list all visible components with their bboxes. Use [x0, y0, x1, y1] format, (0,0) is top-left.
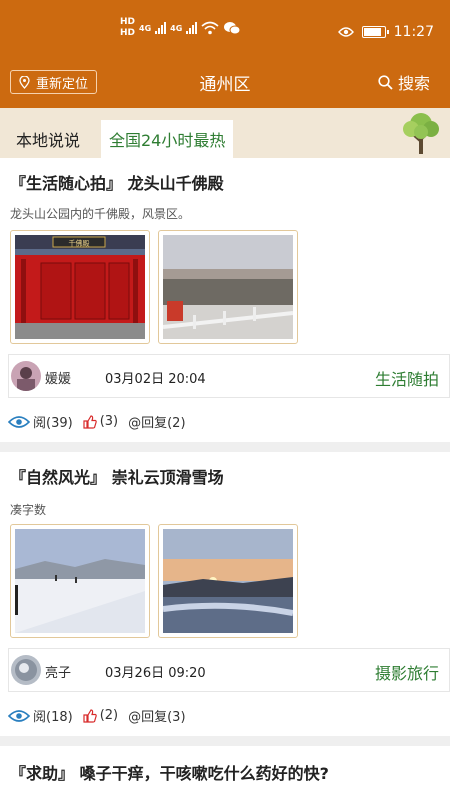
eye-icon — [8, 415, 30, 428]
post-card[interactable]: 『自然风光』 崇礼云顶滑雪场 凑字数 亮子 03月26日 09:20 摄影旅行 … — [0, 452, 450, 736]
tab-bar: 本地说说 全国24小时最热 — [0, 108, 450, 158]
post-title[interactable]: 『求助』 嗓子干痒，干咳嗽吃什么药好的快? — [10, 760, 329, 784]
avatar[interactable] — [11, 655, 41, 685]
app-header: 重新定位 通州区 搜索 — [0, 62, 450, 108]
divider — [0, 736, 450, 746]
eye-icon — [8, 709, 30, 722]
post-desc: 凑字数 — [10, 503, 47, 517]
temple-photo: 千佛殿 — [15, 235, 145, 339]
status-right: 11:27 — [337, 24, 434, 40]
reply-button[interactable]: @回复(3) — [128, 706, 185, 725]
post-card[interactable]: 『生活随心拍』 龙头山千佛殿 龙头山公园内的千佛殿，风景区。 千佛殿 媛媛 03… — [0, 158, 450, 442]
landscape-photo — [163, 235, 293, 339]
network-type: 4G — [139, 23, 152, 33]
post-category[interactable]: 生活随拍 — [375, 366, 439, 390]
signal-icon — [155, 22, 167, 34]
battery-icon — [361, 26, 389, 38]
status-bar: HD HD 4G 4G 11:27 — [0, 0, 450, 62]
ski-slope-photo — [15, 529, 145, 633]
post-category[interactable]: 摄影旅行 — [375, 660, 439, 684]
tab-local[interactable]: 本地说说 — [8, 120, 88, 158]
tree-icon — [403, 113, 439, 154]
avatar[interactable] — [11, 361, 41, 391]
search-icon — [378, 74, 393, 90]
post-image[interactable] — [158, 230, 298, 344]
search-button[interactable]: 搜索 — [378, 70, 430, 94]
sunrise-photo — [163, 529, 293, 633]
post-meta: 亮子 03月26日 09:20 摄影旅行 — [8, 648, 450, 692]
post-date: 03月02日 20:04 — [105, 372, 206, 387]
post-stats: 阅(18) (2) @回复(3) — [8, 706, 196, 725]
post-meta: 媛媛 03月02日 20:04 生活随拍 — [8, 354, 450, 398]
hd-badge: HD — [120, 17, 136, 27]
temple-sign: 千佛殿 — [69, 239, 90, 248]
like-button[interactable]: (3) — [83, 414, 118, 429]
thumbs-up-icon — [83, 708, 97, 723]
location-pin-icon — [19, 75, 30, 89]
network-type: 4G — [170, 23, 183, 33]
post-date: 03月26日 09:20 — [105, 666, 206, 681]
divider — [0, 442, 450, 452]
hd-badge: HD — [120, 28, 136, 38]
wifi-icon — [201, 21, 219, 35]
views-count: 阅(39) — [8, 412, 73, 431]
eye-icon — [337, 27, 354, 37]
clock: 11:27 — [393, 24, 434, 40]
signal-icon — [186, 22, 198, 34]
post-title[interactable]: 『生活随心拍』 龙头山千佛殿 — [10, 170, 224, 194]
post-image[interactable]: 千佛殿 — [10, 230, 150, 344]
search-label: 搜索 — [397, 74, 430, 93]
author-name[interactable]: 媛媛 — [45, 368, 71, 387]
post-card[interactable]: 『求助』 嗓子干痒，干咳嗽吃什么药好的快? — [0, 746, 450, 800]
views-count: 阅(18) — [8, 706, 73, 725]
author-name[interactable]: 亮子 — [45, 662, 71, 681]
post-desc: 龙头山公园内的千佛殿，风景区。 — [10, 207, 191, 221]
post-image[interactable] — [158, 524, 298, 638]
relocate-label: 重新定位 — [36, 76, 89, 92]
like-button[interactable]: (2) — [83, 708, 118, 723]
thumbs-up-icon — [83, 414, 97, 429]
wechat-icon — [224, 22, 241, 35]
post-title[interactable]: 『自然风光』 崇礼云顶滑雪场 — [10, 464, 224, 488]
signal-indicators: HD HD 4G 4G — [120, 18, 241, 38]
relocate-button[interactable]: 重新定位 — [10, 70, 98, 94]
post-stats: 阅(39) (3) @回复(2) — [8, 412, 196, 431]
reply-button[interactable]: @回复(2) — [128, 412, 185, 431]
tab-national-hot[interactable]: 全国24小时最热 — [101, 120, 234, 158]
post-image[interactable] — [10, 524, 150, 638]
